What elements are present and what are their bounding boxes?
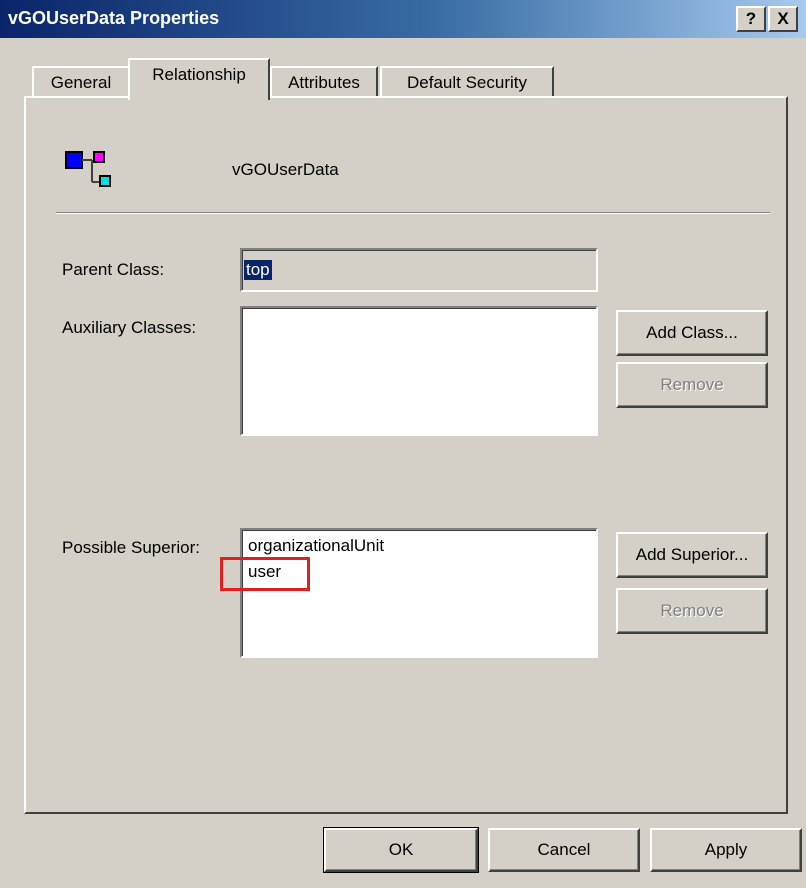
close-button[interactable]: X	[768, 6, 798, 32]
tab-default-security[interactable]: Default Security	[380, 66, 554, 100]
class-hierarchy-icon	[64, 150, 124, 196]
window-title: vGOUserData Properties	[8, 8, 220, 28]
add-class-button[interactable]: Add Class...	[616, 310, 768, 356]
possible-superior-label: Possible Superior:	[62, 538, 200, 557]
remove-auxiliary-button[interactable]: Remove	[616, 362, 768, 408]
tab-general[interactable]: General	[32, 66, 130, 100]
help-button[interactable]: ?	[736, 6, 766, 32]
apply-button[interactable]: Apply	[650, 828, 802, 872]
possible-superior-list[interactable]: organizationalUnit user	[240, 528, 598, 658]
separator	[56, 212, 770, 214]
title-bar: vGOUserData Properties ? X	[0, 0, 806, 38]
list-item[interactable]: organizationalUnit	[248, 536, 384, 556]
highlight-box	[220, 557, 310, 591]
tab-panel-relationship: vGOUserData	[24, 96, 788, 814]
auxiliary-classes-label: Auxiliary Classes:	[62, 318, 197, 337]
cancel-button[interactable]: Cancel	[488, 828, 640, 872]
parent-class-field[interactable]: top	[240, 248, 598, 292]
auxiliary-classes-list[interactable]	[240, 306, 598, 436]
parent-class-label: Parent Class:	[62, 260, 165, 279]
class-name: vGOUserData	[232, 160, 339, 179]
ok-button[interactable]: OK	[323, 827, 479, 873]
tab-relationship[interactable]: Relationship	[128, 58, 270, 100]
add-superior-button[interactable]: Add Superior...	[616, 532, 768, 578]
tab-attributes[interactable]: Attributes	[270, 66, 378, 100]
remove-superior-button[interactable]: Remove	[616, 588, 768, 634]
parent-class-value: top	[244, 260, 272, 280]
